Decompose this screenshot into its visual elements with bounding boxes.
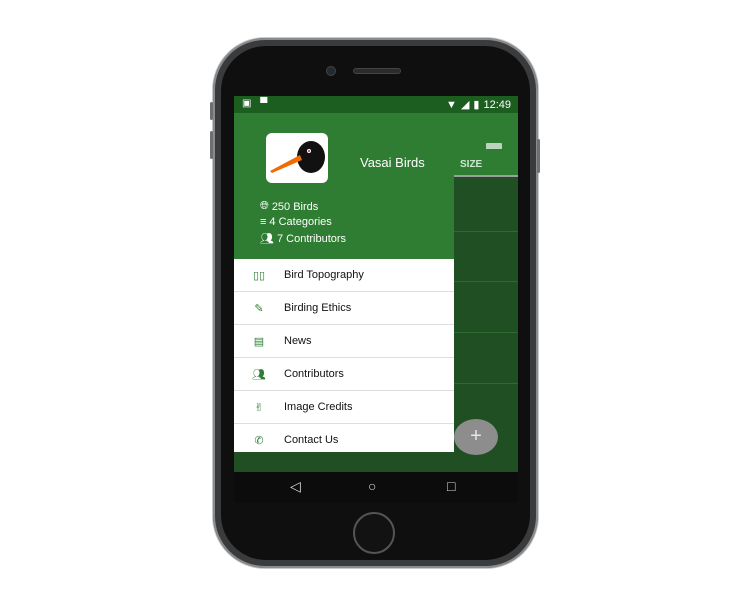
system-nav-bar: ◁ ○ □ [234,472,518,503]
menu-item-news[interactable]: ▤ News [234,325,454,358]
tab-size[interactable]: SIZE [460,159,482,170]
list-icon: ≡ [260,216,267,228]
status-right: ▼ ◢ ▮ 12:49 [446,98,511,112]
battery-icon: ▮ [473,99,480,111]
notification-icons: ▣ ▀ [242,98,267,109]
app-name: Vasai Birds [360,155,425,170]
navigation-drawer: Vasai Birds 🌐︎ 250 Birds ≡ 4 Categories … [234,113,454,452]
menu-item-birding-ethics[interactable]: ✎ Birding Ethics [234,292,454,325]
back-button[interactable]: ◁ [290,478,301,495]
wifi-icon: ▼ [446,98,457,111]
volume-down-button [210,131,213,159]
stat-birds-label: 250 Birds [271,200,319,213]
menu-label: Image Credits [284,401,353,413]
group-icon: 👥︎ [260,233,274,245]
pencil-icon: ✎ [254,302,264,315]
menu-item-contact-us[interactable]: ✆ Contact Us [234,424,454,456]
menu-label: News [284,335,312,347]
peace-icon: ✌︎ [254,401,264,414]
status-bar: ▣ ▀ ▼ ◢ ▮ 12:49 [234,96,518,113]
signal-icon: ◢ [460,99,470,111]
phone-icon: ✆ [254,434,264,447]
menu-item-bird-topography[interactable]: ▯▯ Bird Topography [234,259,454,292]
stat-categories-label: 4 Categories [269,216,332,228]
stat-birds: 🌐︎ 250 Birds [260,200,318,213]
clock: 12:49 [483,98,511,111]
stat-contributors-label: 7 Contributors [276,232,347,245]
app-logo [266,133,328,183]
home-nav-button[interactable]: ○ [368,478,376,494]
menu-label: Birding Ethics [284,302,352,314]
menu-label: Contributors [284,368,344,380]
list-divider [454,281,518,282]
menu-label: Contact Us [284,434,339,446]
list-divider [454,383,518,384]
globe-icon: 🌐︎ [260,200,269,212]
list-divider [454,231,518,232]
drawer-menu: ▯▯ Bird Topography ✎ Birding Ethics ▤ Ne… [234,259,454,456]
group-icon: 👥︎ [252,368,266,381]
newspaper-icon: ▤ [253,335,265,348]
stat-categories: ≡ 4 Categories [260,216,332,228]
stat-contributors: 👥︎ 7 Contributors [260,232,347,246]
android-notification-icon: ▀ [260,98,268,109]
list-divider [454,332,518,333]
front-camera [326,66,336,76]
earpiece-speaker [353,68,401,74]
home-button[interactable] [353,512,395,554]
drawer-header: Vasai Birds 🌐︎ 250 Birds ≡ 4 Categories … [234,113,454,259]
phone-screen: ▣ ▀ ▼ ◢ ▮ 12:49 SIZE + Vasai Birds 🌐︎ 25… [234,96,518,503]
power-button [537,139,540,173]
add-fab-button[interactable]: + [454,419,498,455]
menu-item-contributors[interactable]: 👥︎ Contributors [234,358,454,391]
volume-up-button [210,102,213,120]
menu-item-image-credits[interactable]: ✌︎ Image Credits [234,391,454,424]
map-icon: ▯▯ [252,269,266,282]
recents-button[interactable]: □ [447,478,455,494]
menu-label: Bird Topography [284,269,364,281]
image-notification-icon: ▣ [242,98,252,109]
